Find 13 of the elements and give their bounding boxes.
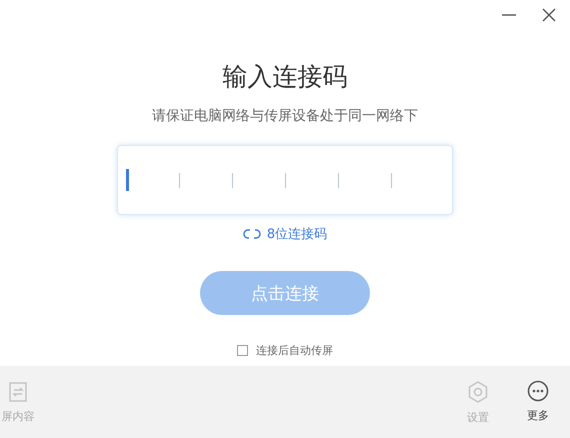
share-screen-icon [8,380,28,402]
settings-icon [467,380,489,404]
checkbox-label: 连接后自动传屏 [256,343,333,358]
page-title: 输入连接码 [222,61,348,93]
more-button[interactable]: 更多 [518,380,558,424]
minimize-icon [501,13,517,17]
more-icon [527,380,549,402]
switch-code-length-link[interactable]: 8位连接码 [242,225,328,243]
checkbox[interactable] [237,345,248,356]
close-icon [541,7,557,23]
code-input-field[interactable] [117,145,453,215]
switch-icon [242,228,261,240]
subtitle: 请保证电脑网络与传屏设备处于同一网络下 [152,107,418,125]
